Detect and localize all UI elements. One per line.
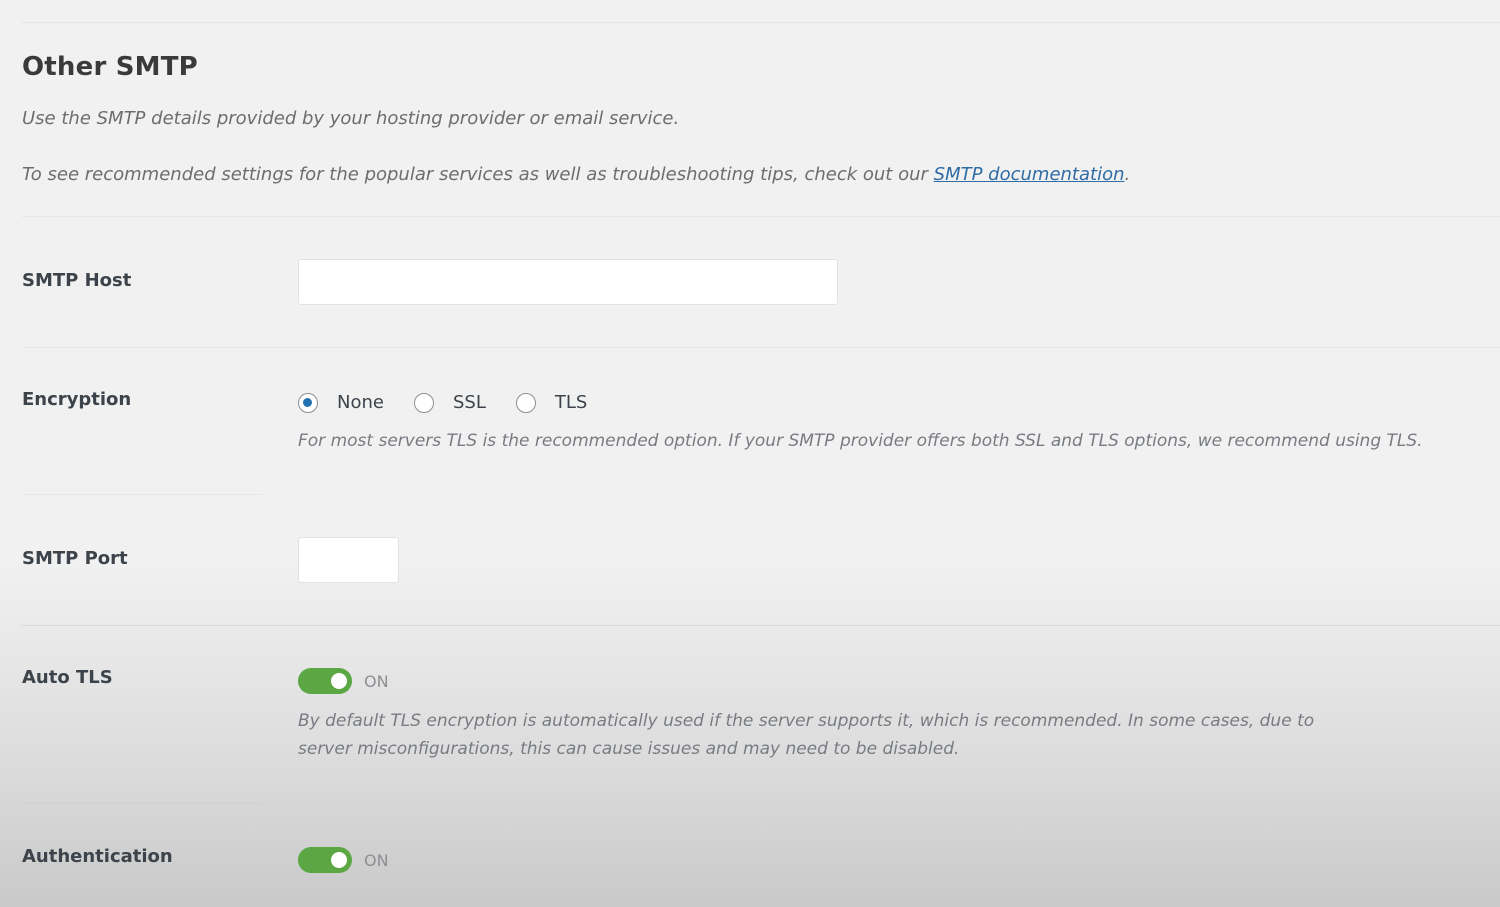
auto-tls-control: ON	[298, 668, 389, 694]
section-title: Other SMTP	[22, 52, 198, 82]
encryption-label: Encryption	[22, 389, 132, 410]
top-divider	[22, 22, 1500, 23]
section-description: Use the SMTP details provided by your ho…	[22, 108, 680, 129]
radio-ssl[interactable]	[413, 392, 434, 413]
row-divider	[22, 494, 262, 495]
toggle-knob	[331, 673, 347, 689]
authentication-label: Authentication	[22, 846, 173, 867]
radio-tls[interactable]	[515, 392, 536, 413]
auto-tls-state: ON	[364, 671, 389, 691]
smtp-host-input[interactable]	[298, 259, 838, 305]
smtp-host-label: SMTP Host	[22, 270, 132, 291]
authentication-state: ON	[364, 850, 389, 870]
row-divider	[22, 347, 1500, 348]
authentication-toggle[interactable]	[298, 847, 352, 873]
authentication-control: ON	[298, 847, 389, 873]
toggle-knob	[331, 852, 347, 868]
radio-tls-label: TLS	[554, 392, 588, 413]
row-divider	[22, 803, 262, 804]
radio-none-label: None	[337, 392, 384, 413]
auto-tls-help-text: By default TLS encryption is automatical…	[298, 711, 1315, 759]
auto-tls-label: Auto TLS	[22, 667, 113, 688]
radio-none[interactable]	[298, 392, 318, 413]
section-divider	[22, 216, 1500, 217]
encryption-help-text: For most servers TLS is the recommended …	[298, 431, 1423, 451]
encryption-option-tls[interactable]: TLS	[515, 392, 588, 413]
smtp-port-input[interactable]	[298, 537, 399, 583]
smtp-port-label: SMTP Port	[22, 548, 128, 569]
documentation-note: To see recommended settings for the popu…	[22, 164, 1130, 185]
encryption-option-ssl[interactable]: SSL	[413, 392, 486, 413]
documentation-note-suffix: .	[1124, 164, 1131, 185]
radio-ssl-label: SSL	[452, 392, 486, 413]
smtp-documentation-link[interactable]: SMTP documentation	[934, 164, 1125, 185]
encryption-option-none[interactable]: None	[298, 392, 384, 413]
row-divider	[22, 625, 1500, 626]
documentation-note-prefix: To see recommended settings for the popu…	[22, 164, 934, 185]
auto-tls-toggle[interactable]	[298, 668, 352, 694]
encryption-radio-group: None SSL TLS	[298, 392, 617, 413]
